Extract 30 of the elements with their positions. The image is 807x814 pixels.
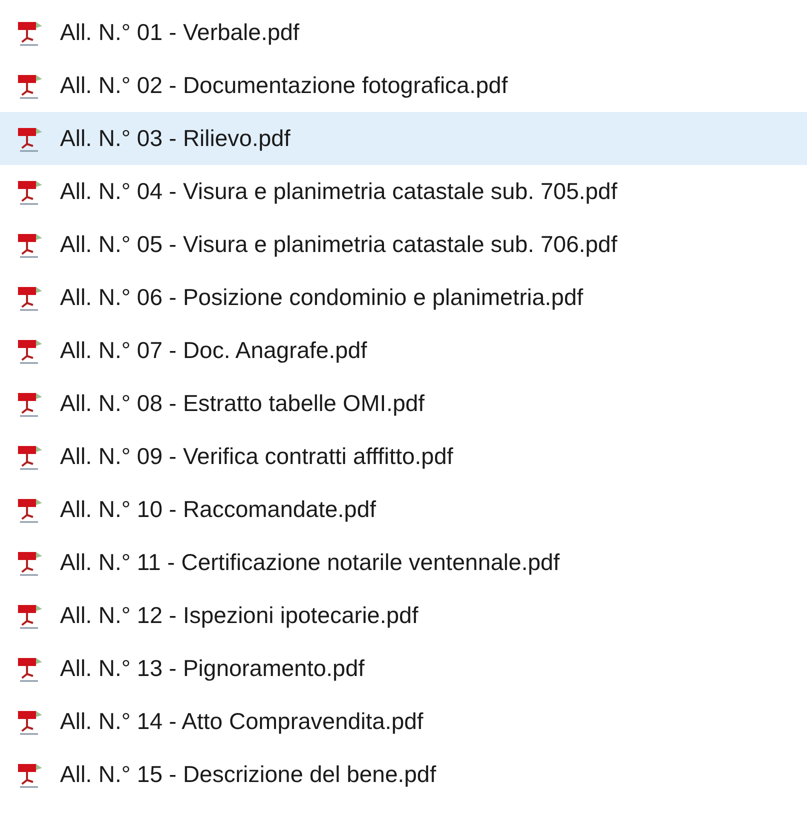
file-name: All. N.° 03 - Rilievo.pdf [60, 125, 290, 152]
file-name: All. N.° 10 - Raccomandate.pdf [60, 496, 376, 523]
file-row[interactable]: All. N.° 02 - Documentazione fotografica.pdf [0, 59, 807, 112]
file-name: All. N.° 14 - Atto Compravendita.pdf [60, 708, 424, 735]
file-row[interactable]: All. N.° 12 - Ispezioni ipotecarie.pdf [0, 589, 807, 642]
file-row[interactable]: All. N.° 01 - Verbale.pdf [0, 6, 807, 59]
file-name: All. N.° 04 - Visura e planimetria catastale sub. 705.pdf [60, 178, 618, 205]
file-row[interactable]: All. N.° 05 - Visura e planimetria catastale sub. 706.pdf [0, 218, 807, 271]
file-name: All. N.° 12 - Ispezioni ipotecarie.pdf [60, 602, 418, 629]
file-row[interactable]: All. N.° 15 - Descrizione del bene.pdf [0, 748, 807, 801]
file-row[interactable]: All. N.° 11 - Certificazione notarile ventennale.pdf [0, 536, 807, 589]
file-row[interactable]: All. N.° 13 - Pignoramento.pdf [0, 642, 807, 695]
file-name: All. N.° 07 - Doc. Anagrafe.pdf [60, 337, 368, 364]
file-row[interactable]: All. N.° 06 - Posizione condominio e planimetria.pdf [0, 271, 807, 324]
file-row[interactable]: All. N.° 14 - Atto Compravendita.pdf [0, 695, 807, 748]
file-name: All. N.° 05 - Visura e planimetria catastale sub. 706.pdf [60, 231, 618, 258]
file-name: All. N.° 11 - Certificazione notarile ventennale.pdf [60, 549, 560, 576]
file-name: All. N.° 15 - Descrizione del bene.pdf [60, 761, 436, 788]
file-name: All. N.° 09 - Verifica contratti afffitto.pdf [60, 443, 454, 470]
file-row[interactable]: All. N.° 03 - Rilievo.pdf [0, 112, 807, 165]
file-row[interactable]: All. N.° 10 - Raccomandate.pdf [0, 483, 807, 536]
file-row[interactable]: All. N.° 09 - Verifica contratti afffitto.pdf [0, 430, 807, 483]
file-name: All. N.° 02 - Documentazione fotografica.pdf [60, 72, 508, 99]
file-row[interactable]: All. N.° 07 - Doc. Anagrafe.pdf [0, 324, 807, 377]
file-row[interactable]: All. N.° 04 - Visura e planimetria catastale sub. 705.pdf [0, 165, 807, 218]
file-name: All. N.° 06 - Posizione condominio e planimetria.pdf [60, 284, 584, 311]
file-name: All. N.° 01 - Verbale.pdf [60, 19, 300, 46]
file-name: All. N.° 13 - Pignoramento.pdf [60, 655, 365, 682]
file-name: All. N.° 08 - Estratto tabelle OMI.pdf [60, 390, 425, 417]
file-row[interactable]: All. N.° 08 - Estratto tabelle OMI.pdf [0, 377, 807, 430]
